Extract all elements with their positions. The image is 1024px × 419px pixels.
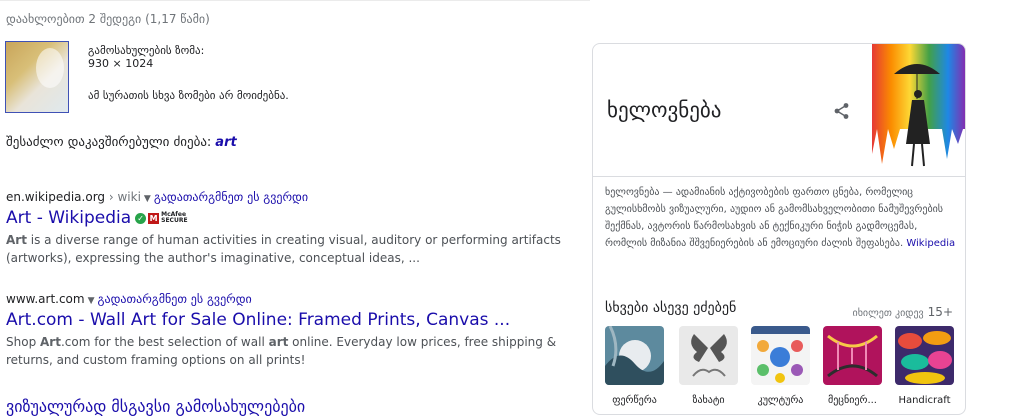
result-title-link[interactable]: Art.com - Wall Art for Sale Online: Fram… [6, 310, 510, 330]
result-snippet: Shop Art.com for the best selection of w… [6, 335, 557, 367]
result-snippet: Art is a diverse range of human activiti… [6, 233, 561, 265]
image-sizes-note: ამ სურათის სხვა ზომები არ მოიძებნა. [88, 89, 289, 102]
result-path: wiki [117, 190, 141, 204]
best-guess-label: შესაძლო დაკავშირებული ძიება: [6, 135, 212, 150]
view-more-link[interactable]: იხილეთ კიდევ 15+ [853, 305, 953, 319]
related-tile-culture[interactable]: კულტურა [751, 326, 810, 406]
result-site: en.wikipedia.org [6, 190, 106, 204]
query-image-thumbnail[interactable] [5, 41, 69, 113]
image-size-label: გამოსახულების ზომა: [88, 44, 205, 57]
dropdown-arrow-icon[interactable]: ▼ [144, 194, 151, 204]
mcafee-icon: M [148, 212, 160, 224]
top-divider [0, 0, 590, 1]
dropdown-arrow-icon[interactable]: ▼ [88, 296, 95, 306]
handicraft-thumbnail [895, 326, 954, 385]
search-result: en.wikipedia.org › wiki ▼ გადათარგმნეთ ეს … [6, 190, 576, 267]
visually-similar-images-link[interactable]: ვიზუალურად მსგავსი გამოსახულებები [6, 397, 305, 416]
related-tile-drawing[interactable]: ზახატი [679, 326, 738, 406]
result-stats: დაახლოებით 2 შედეგი (1,17 წამი) [6, 12, 210, 26]
painting-thumbnail [605, 325, 664, 385]
wikipedia-link[interactable]: Wikipedia [906, 238, 955, 249]
kp-divider [593, 176, 965, 177]
image-size-value: 930 × 1024 [88, 57, 154, 70]
dna-thumbnail [823, 326, 882, 385]
people-also-search-heading: სხვები ასევე ეძებენ [605, 300, 737, 316]
butterfly-thumbnail [679, 326, 738, 385]
translate-link[interactable]: გადათარგმნეთ ეს გვერდი [98, 292, 252, 306]
related-tile-handicraft[interactable]: Handicraft [895, 326, 954, 406]
related-tile-painting[interactable]: ფერწერა [605, 325, 664, 406]
best-guess: შესაძლო დაკავშირებული ძიება: art [6, 135, 237, 150]
kp-title: ხელოვნება [607, 98, 722, 122]
share-icon[interactable] [833, 102, 851, 120]
result-title-link[interactable]: Art - Wikipedia [6, 208, 131, 228]
result-site: www.art.com [6, 292, 85, 306]
image-size-info: გამოსახულების ზომა: 930 × 1024 [88, 44, 204, 70]
mcafee-secure-badge: ✓ M McAfee SECURE [135, 212, 188, 224]
result-cite: www.art.com ▼ გადათარგმნეთ ეს გვერდი [6, 292, 576, 306]
translate-link[interactable]: გადათარგმნეთ ეს გვერდი [154, 190, 308, 204]
kp-description: ხელოვნება — ადამიანის აქტივობების ფართო … [605, 187, 956, 249]
related-tile-science[interactable]: მეცნიერ... [823, 326, 882, 406]
kp-main-image[interactable] [872, 44, 966, 176]
knowledge-panel: ხელოვნება ხელოვნება — ადამიანის აქტივობე… [592, 43, 966, 415]
culture-thumbnail [751, 326, 810, 385]
result-cite: en.wikipedia.org › wiki ▼ გადათარგმნეთ ეს … [6, 190, 309, 204]
best-guess-query-link[interactable]: art [215, 135, 236, 150]
lock-icon: ✓ [135, 212, 147, 224]
search-result: www.art.com ▼ გადათარგმნეთ ეს გვერდი Art.c… [6, 292, 576, 369]
